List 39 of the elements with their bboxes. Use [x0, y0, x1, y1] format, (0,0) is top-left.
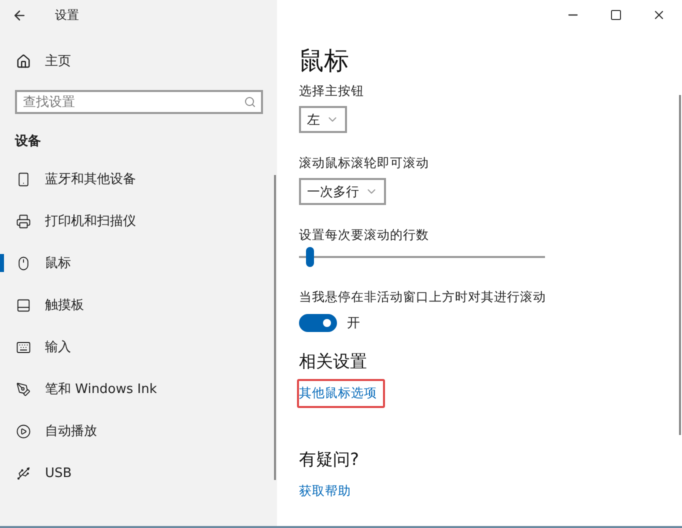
usb-icon — [16, 466, 31, 480]
home-icon — [16, 54, 31, 68]
page-title: 鼠标 — [299, 45, 350, 77]
dropdown[interactable]: 左 — [299, 106, 347, 133]
sidebar-item[interactable]: 输入 — [0, 326, 277, 368]
section-heading: 有疑问? — [299, 449, 360, 471]
sidebar-item[interactable]: 蓝牙和其他设备 — [0, 158, 277, 200]
sidebar-item[interactable]: 触摸板 — [0, 284, 277, 326]
sidebar-item[interactable]: USB — [0, 452, 277, 494]
back-icon[interactable] — [12, 8, 27, 22]
touchpad-icon — [16, 298, 31, 312]
sidebar-item[interactable]: 鼠标 — [0, 242, 277, 284]
toggle-switch[interactable] — [299, 314, 337, 332]
sidebar-item[interactable]: 打印机和扫描仪 — [0, 200, 277, 242]
help-link[interactable]: 获取帮助 — [297, 477, 359, 506]
setting-label: 设置每次要滚动的行数 — [299, 227, 430, 244]
nav-home[interactable]: 主页 — [45, 52, 71, 70]
maximize-icon[interactable] — [610, 9, 622, 21]
search-field[interactable]: 查找设置 — [15, 90, 263, 114]
section-heading: 相关设置 — [299, 351, 368, 373]
keyboard-icon — [16, 340, 31, 354]
window-title: 设置 — [55, 6, 79, 24]
setting-label: 当我悬停在非活动窗口上方时对其进行滚动 — [299, 289, 547, 306]
section-heading: 设备 — [14, 133, 42, 151]
sidebar-item[interactable]: 自动播放 — [0, 410, 277, 452]
mouse-icon — [16, 256, 31, 270]
play-icon — [16, 424, 31, 438]
setting-label: 滚动鼠标滚轮即可滚动 — [299, 155, 430, 172]
dropdown[interactable]: 一次多行 — [299, 178, 386, 205]
close-icon[interactable] — [652, 8, 666, 22]
toggle-state: 开 — [347, 315, 360, 332]
search-icon — [244, 96, 256, 108]
slider-thumb[interactable] — [306, 247, 314, 267]
device-icon — [16, 172, 31, 186]
mouse-options-link[interactable]: 其他鼠标选项 — [297, 379, 385, 408]
setting-label: 选择主按钮 — [299, 83, 365, 100]
printer-icon — [16, 214, 31, 228]
pen-icon — [16, 382, 31, 396]
sidebar-item[interactable]: 笔和 Windows Ink — [0, 368, 277, 410]
